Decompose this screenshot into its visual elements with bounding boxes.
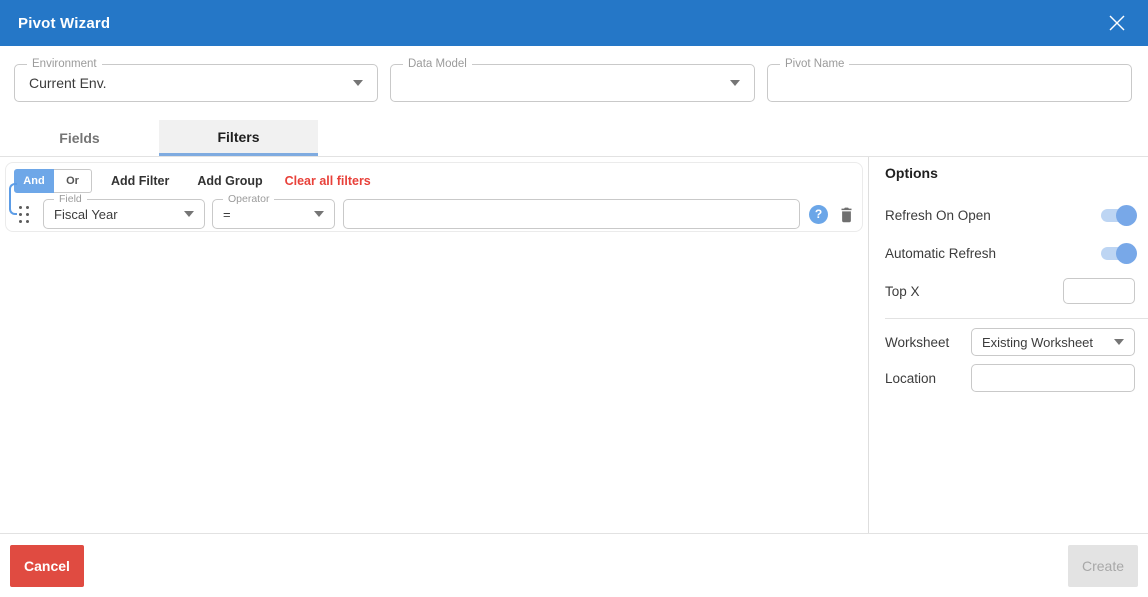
top-x-label: Top X: [885, 283, 920, 299]
field-value: Fiscal Year: [54, 206, 118, 222]
trash-icon: [841, 207, 852, 222]
top-x-input[interactable]: [1063, 278, 1135, 304]
chevron-down-icon: [314, 211, 324, 217]
pivot-name-input[interactable]: [782, 75, 1117, 91]
options-divider: [885, 318, 1148, 319]
toggle-knob: [1116, 242, 1137, 264]
filters-panel: And Or Add Filter Add Group Clear all fi…: [0, 157, 869, 533]
footer: Cancel Create: [0, 533, 1148, 597]
environment-label: Environment: [27, 58, 102, 70]
and-button[interactable]: And: [14, 169, 54, 193]
refresh-on-open-row: Refresh On Open: [885, 201, 1137, 229]
filter-row: Field Fiscal Year Operator = ?: [6, 193, 862, 229]
add-filter-button[interactable]: Add Filter: [111, 174, 169, 188]
dialog-title: Pivot Wizard: [18, 14, 111, 32]
toggle-knob: [1116, 204, 1137, 226]
chevron-down-icon: [1114, 339, 1124, 345]
group-bracket: [9, 183, 17, 215]
automatic-refresh-row: Automatic Refresh: [885, 239, 1137, 267]
environment-select[interactable]: Environment Current Env.: [14, 58, 378, 102]
add-group-button[interactable]: Add Group: [197, 174, 262, 188]
automatic-refresh-label: Automatic Refresh: [885, 245, 997, 261]
conjunction-toggle: And Or: [14, 169, 92, 193]
create-button[interactable]: Create: [1067, 544, 1138, 587]
top-x-row: Top X: [885, 277, 1135, 305]
tab-fields[interactable]: Fields: [0, 120, 159, 156]
field-label: Field: [54, 193, 87, 205]
worksheet-row: Worksheet Existing Worksheet: [885, 328, 1135, 356]
titlebar: Pivot Wizard: [0, 0, 1148, 46]
automatic-refresh-toggle[interactable]: [1101, 242, 1137, 264]
operator-value: =: [223, 206, 231, 222]
chevron-down-icon: [730, 80, 740, 86]
refresh-on-open-toggle[interactable]: [1101, 204, 1137, 226]
pivot-name-field[interactable]: Pivot Name: [767, 58, 1132, 102]
worksheet-label: Worksheet: [885, 334, 950, 350]
location-input[interactable]: [971, 364, 1135, 392]
refresh-on-open-label: Refresh On Open: [885, 207, 991, 223]
close-button[interactable]: [1104, 10, 1130, 36]
drag-handle-icon[interactable]: [19, 205, 29, 223]
worksheet-select[interactable]: Existing Worksheet: [971, 328, 1135, 356]
filter-group-header: And Or Add Filter Add Group Clear all fi…: [6, 163, 862, 193]
options-panel: Options Refresh On Open Automatic Refres…: [869, 157, 1148, 533]
filter-value-input[interactable]: [343, 199, 800, 229]
filter-group: And Or Add Filter Add Group Clear all fi…: [5, 162, 863, 232]
clear-all-filters-button[interactable]: Clear all filters: [285, 174, 371, 188]
content-area: And Or Add Filter Add Group Clear all fi…: [0, 157, 1148, 533]
delete-filter-button[interactable]: [839, 206, 854, 223]
pivot-name-label: Pivot Name: [780, 58, 850, 70]
operator-select[interactable]: Operator =: [212, 193, 335, 229]
tab-filters[interactable]: Filters: [159, 120, 318, 156]
data-model-select[interactable]: Data Model: [390, 58, 755, 102]
or-button[interactable]: Or: [54, 169, 92, 193]
tab-bar: Fields Filters: [0, 120, 1148, 157]
close-icon: [1109, 15, 1125, 31]
pivot-wizard-dialog: Pivot Wizard Environment Current Env. Da…: [0, 0, 1148, 597]
chevron-down-icon: [184, 211, 194, 217]
chevron-down-icon: [353, 80, 363, 86]
environment-value: Current Env.: [29, 75, 107, 91]
options-heading: Options: [885, 165, 938, 181]
top-form-row: Environment Current Env. Data Model Pivo…: [14, 58, 1132, 102]
location-label: Location: [885, 370, 937, 386]
worksheet-value: Existing Worksheet: [982, 334, 1094, 350]
field-select[interactable]: Field Fiscal Year: [43, 193, 205, 229]
cancel-button[interactable]: Cancel: [10, 544, 84, 587]
operator-label: Operator: [223, 193, 275, 205]
help-icon[interactable]: ?: [809, 204, 828, 224]
data-model-label: Data Model: [403, 58, 472, 70]
location-row: Location: [885, 364, 1135, 392]
